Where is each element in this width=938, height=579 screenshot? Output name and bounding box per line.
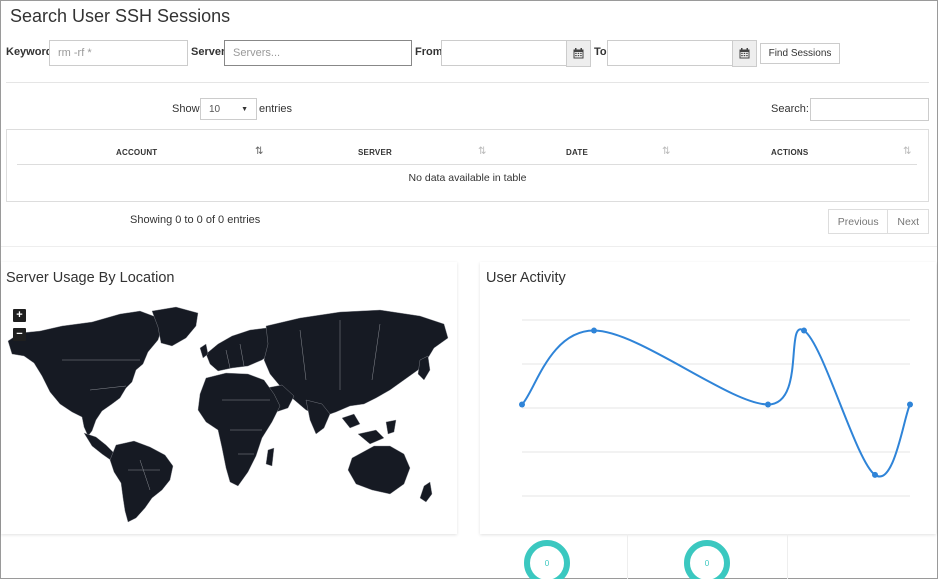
page-title: Search User SSH Sessions <box>10 6 231 26</box>
caret-down-icon: ▼ <box>241 105 248 113</box>
page-size-value: 10 <box>209 103 221 115</box>
table-info: Showing 0 to 0 of 0 entries <box>130 214 261 226</box>
activity-series-line <box>521 328 911 478</box>
activity-point-4[interactable] <box>872 471 878 478</box>
pagination: Previous Next <box>828 209 929 234</box>
user-activity-title: User Activity <box>486 270 566 286</box>
zoom-in-button[interactable]: + <box>13 309 26 322</box>
next-page-button[interactable]: Next <box>888 210 928 233</box>
divider <box>787 534 788 579</box>
activity-point-0[interactable] <box>519 401 525 408</box>
activity-point-5[interactable] <box>907 401 913 408</box>
server-label: Server <box>191 46 226 58</box>
calendar-icon <box>573 48 584 59</box>
from-date-input[interactable] <box>441 40 567 66</box>
sort-both-icon[interactable]: ⇅ <box>662 146 670 157</box>
keyword-input[interactable] <box>49 40 188 66</box>
empty-table-message: No data available in table <box>408 172 527 184</box>
divider <box>6 82 929 83</box>
to-label: To <box>594 46 607 58</box>
search-label: Search: <box>771 103 809 115</box>
divider <box>627 534 628 579</box>
activity-point-3[interactable] <box>801 327 807 334</box>
africa-region <box>197 372 281 487</box>
new-zealand-region <box>419 481 433 503</box>
column-header-account[interactable]: ACCOUNT <box>116 148 157 157</box>
from-calendar-button[interactable] <box>566 40 591 67</box>
column-header-actions[interactable]: ACTIONS <box>771 148 808 157</box>
sort-both-icon[interactable]: ⇅ <box>478 146 486 157</box>
southeast-asia-region <box>341 413 397 445</box>
sessions-table: ACCOUNT ⇅ SERVER ⇅ DATE ⇅ ACTIONS ⇅ No d… <box>6 129 929 202</box>
zoom-out-button[interactable]: − <box>13 328 26 341</box>
australia-region <box>347 445 411 495</box>
server-usage-title: Server Usage By Location <box>6 270 175 286</box>
north-america-region <box>7 310 163 437</box>
to-date-input[interactable] <box>607 40 733 66</box>
gauge: 0 <box>524 540 570 579</box>
table-search-input[interactable] <box>810 98 929 121</box>
greenland-region <box>151 306 199 347</box>
madagascar-region <box>265 447 275 467</box>
activity-point-2[interactable] <box>765 401 771 408</box>
page-size-select[interactable]: 10 ▼ <box>200 98 257 120</box>
keyword-label: Keyword <box>6 46 53 58</box>
entries-label: entries <box>259 103 293 115</box>
header-divider <box>17 164 917 165</box>
server-input[interactable] <box>224 40 412 66</box>
column-header-server[interactable]: SERVER <box>358 148 392 157</box>
south-america-region <box>109 440 174 523</box>
user-activity-chart <box>519 319 913 497</box>
activity-point-1[interactable] <box>591 327 597 334</box>
world-map[interactable] <box>0 300 456 525</box>
column-header-date[interactable]: DATE <box>566 148 588 157</box>
find-sessions-button[interactable]: Find Sessions <box>760 43 840 64</box>
previous-page-button[interactable]: Previous <box>829 210 889 233</box>
calendar-icon <box>739 48 750 59</box>
sort-asc-icon[interactable]: ⇅ <box>255 146 263 157</box>
gauge: 0 <box>684 540 730 579</box>
sort-both-icon[interactable]: ⇅ <box>903 146 911 157</box>
show-label: Show <box>172 103 200 115</box>
from-label: From <box>415 46 443 58</box>
section-divider <box>1 246 937 247</box>
to-calendar-button[interactable] <box>732 40 757 67</box>
